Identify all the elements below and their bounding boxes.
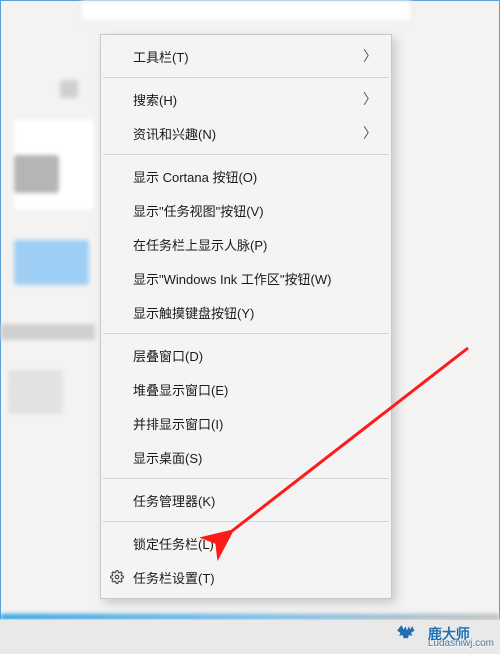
deer-icon: [396, 623, 422, 652]
watermark-url: Ludashiwj.com: [428, 639, 494, 649]
menu-item-label: 任务管理器(K): [133, 491, 377, 510]
menu-item-label: 搜索(H): [133, 90, 355, 109]
screenshot-stage: 工具栏(T)〉搜索(H)〉资讯和兴趣(N)〉显示 Cortana 按钮(O)显示…: [0, 0, 500, 654]
taskbar-context-menu: 工具栏(T)〉搜索(H)〉资讯和兴趣(N)〉显示 Cortana 按钮(O)显示…: [100, 34, 392, 599]
menu-item-stacked[interactable]: 堆叠显示窗口(E): [101, 372, 391, 406]
chevron-right-icon: 〉: [363, 89, 377, 109]
menu-item-label: 显示 Cortana 按钮(O): [133, 167, 377, 186]
bg-strip: [0, 324, 95, 340]
menu-item-ink[interactable]: 显示"Windows Ink 工作区"按钮(W): [101, 261, 391, 295]
menu-item-touchkbd[interactable]: 显示触摸键盘按钮(Y): [101, 295, 391, 329]
menu-item-label: 资讯和兴趣(N): [133, 124, 355, 143]
menu-item-search[interactable]: 搜索(H) 〉: [101, 82, 391, 116]
bg-icon: [8, 370, 63, 414]
bg-selection: [14, 240, 89, 285]
menu-item-sidebyside[interactable]: 并排显示窗口(I): [101, 406, 391, 440]
menu-item-people[interactable]: 在任务栏上显示人脉(P): [101, 227, 391, 261]
menu-item-news[interactable]: 资讯和兴趣(N) 〉: [101, 116, 391, 150]
menu-item-label: 并排显示窗口(I): [133, 414, 377, 433]
menu-item-taskbarsettings[interactable]: 任务栏设置(T): [101, 560, 391, 594]
chevron-right-icon: 〉: [363, 46, 377, 66]
menu-item-showdesktop[interactable]: 显示桌面(S): [101, 440, 391, 474]
chevron-right-icon: 〉: [363, 123, 377, 143]
gear-icon: [109, 569, 125, 585]
menu-item-label: 显示桌面(S): [133, 448, 377, 467]
menu-item-cascade[interactable]: 层叠窗口(D): [101, 338, 391, 372]
menu-separator: [103, 154, 389, 155]
bg-window-top: [80, 0, 412, 22]
menu-item-label: 层叠窗口(D): [133, 346, 377, 365]
menu-item-toolbars[interactable]: 工具栏(T) 〉: [101, 39, 391, 73]
menu-item-label: 显示"Windows Ink 工作区"按钮(W): [133, 269, 377, 288]
menu-item-label: 工具栏(T): [133, 47, 355, 66]
bg-thumb: [14, 155, 59, 193]
menu-separator: [103, 478, 389, 479]
menu-separator: [103, 77, 389, 78]
menu-item-label: 显示"任务视图"按钮(V): [133, 201, 377, 220]
menu-item-label: 任务栏设置(T): [133, 568, 377, 587]
menu-item-taskview[interactable]: 显示"任务视图"按钮(V): [101, 193, 391, 227]
menu-item-taskmanager[interactable]: 任务管理器(K): [101, 483, 391, 517]
menu-item-locktaskbar[interactable]: 锁定任务栏(L): [101, 526, 391, 560]
watermark: 鹿大师 Ludashiwj.com: [396, 623, 494, 652]
menu-item-label: 堆叠显示窗口(E): [133, 380, 377, 399]
menu-item-cortana[interactable]: 显示 Cortana 按钮(O): [101, 159, 391, 193]
menu-separator: [103, 333, 389, 334]
menu-item-label: 在任务栏上显示人脉(P): [133, 235, 377, 254]
menu-item-label: 锁定任务栏(L): [133, 534, 377, 553]
menu-separator: [103, 521, 389, 522]
bg-dot: [60, 80, 78, 98]
menu-item-label: 显示触摸键盘按钮(Y): [133, 303, 377, 322]
